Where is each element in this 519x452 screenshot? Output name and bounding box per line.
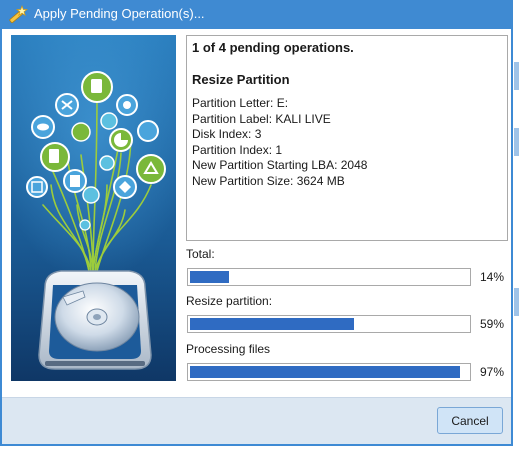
cancel-button[interactable]: Cancel [437,407,503,434]
window-title: Apply Pending Operation(s)... [34,6,205,21]
dialog-client-area: 1 of 4 pending operations. Resize Partit… [2,29,511,444]
content-area: 1 of 4 pending operations. Resize Partit… [2,29,511,397]
processing-files-progress-bar [187,363,471,381]
detail-partition-index: Partition Index: 1 [192,142,283,157]
operation-detail-list: Partition Letter: E: Partition Label: KA… [192,96,502,190]
processing-files-percent: 97% [480,365,505,379]
total-progress: Total: 14% [186,247,508,286]
background-window-mark [514,62,519,90]
resize-partition-progress: Resize partition: 59% [186,294,508,333]
total-progress-percent: 14% [480,270,505,284]
detail-partition-label: Partition Label: KALI LIVE [192,111,331,126]
total-progress-fill [190,271,229,283]
background-window-mark [514,128,519,156]
detail-disk-index: Disk Index: 3 [192,127,262,142]
resize-partition-percent: 59% [480,317,505,331]
title-bar[interactable]: Apply Pending Operation(s)... [0,0,513,29]
operation-details-panel: 1 of 4 pending operations. Resize Partit… [186,35,508,241]
detail-partition-letter: Partition Letter: E: [192,96,289,110]
background-window-mark [514,288,519,316]
operation-name: Resize Partition [192,72,290,87]
dialog-footer: Cancel [2,397,511,444]
total-progress-bar [187,268,471,286]
pending-operations-heading: 1 of 4 pending operations. [192,40,354,55]
hard-drive-graphic [38,270,152,370]
processing-files-progress: Processing files 97% [186,342,508,381]
dialog-window: Apply Pending Operation(s)... 1 of 4 pen… [0,0,513,446]
total-progress-label: Total: [186,247,215,261]
resize-partition-progress-fill [190,318,354,330]
resize-partition-label: Resize partition: [186,294,273,308]
wand-icon [9,4,29,24]
processing-files-progress-fill [190,366,460,378]
disk-illustration [11,35,176,381]
resize-partition-progress-bar [187,315,471,333]
detail-partition-size: New Partition Size: 3624 MB [192,173,345,188]
processing-files-label: Processing files [186,342,271,356]
detail-starting-lba: New Partition Starting LBA: 2048 [192,158,368,173]
